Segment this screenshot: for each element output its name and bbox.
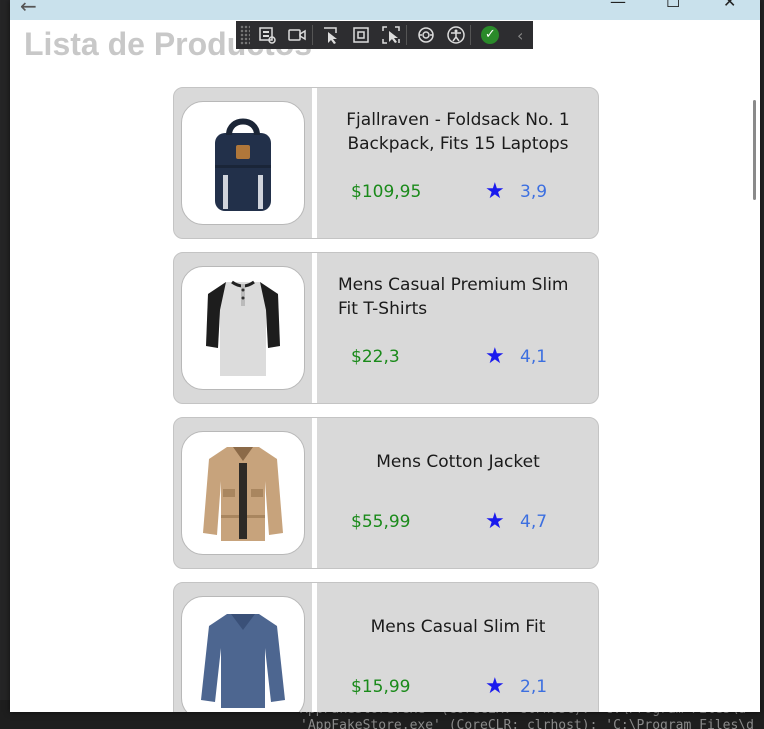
collapse-chevron-icon[interactable]: ‹ <box>507 23 533 47</box>
product-image <box>181 266 305 390</box>
card-divider <box>312 253 317 403</box>
product-rating: 4,1 <box>520 347 548 367</box>
select-element-icon[interactable] <box>319 23 345 47</box>
backpack-image <box>215 118 271 211</box>
product-name: Mens Cotton Jacket <box>376 452 540 472</box>
toolbar-grip[interactable] <box>240 25 250 45</box>
product-name: Fjallraven - Foldsack No. 1 Backpack, Fi… <box>346 110 570 154</box>
minimize-button[interactable]: — <box>610 0 626 11</box>
check-ok-icon[interactable]: ✓ <box>477 23 503 47</box>
maximize-button[interactable]: ☐ <box>666 0 680 11</box>
product-image <box>181 101 305 225</box>
accessibility-icon[interactable] <box>443 23 469 47</box>
product-price: $55,99 <box>351 512 411 532</box>
product-rating: 2,1 <box>520 677 548 697</box>
product-name: Mens Casual Premium Slim Fit T-Shirts <box>338 275 569 319</box>
star-icon: ★ <box>485 509 505 534</box>
ok-badge: ✓ <box>481 26 500 44</box>
product-price: $22,3 <box>351 347 400 367</box>
title-bar: ← — ☐ ✕ <box>10 0 760 20</box>
star-icon: ★ <box>485 344 505 369</box>
tshirt-image <box>206 280 280 376</box>
card-divider <box>312 88 317 238</box>
live-visual-tree-icon[interactable] <box>254 23 280 47</box>
output-line: 'AppFakeStore.exe' (CoreCLR: clrhost): '… <box>300 718 754 729</box>
toolbar-separator <box>470 25 472 45</box>
product-rating: 4,7 <box>520 512 548 532</box>
product-price: $15,99 <box>351 677 411 697</box>
product-name: Mens Casual Slim Fit <box>370 617 546 637</box>
product-card[interactable]: Fjallraven - Foldsack No. 1 Backpack, Fi… <box>173 87 599 239</box>
card-divider <box>312 418 317 568</box>
card-divider <box>312 583 317 712</box>
back-button[interactable]: ← <box>20 0 37 18</box>
product-card[interactable]: Mens Cotton Jacket $55,99 ★ 4,7 <box>173 417 599 569</box>
star-icon: ★ <box>485 179 505 204</box>
star-icon: ★ <box>485 674 505 699</box>
display-layout-adorners-icon[interactable] <box>348 23 374 47</box>
toolbar-separator <box>405 25 407 45</box>
product-card[interactable]: Mens Casual Premium Slim Fit T-Shirts $2… <box>173 252 599 404</box>
app-window: ← — ☐ ✕ Lista de Productos ✓ ‹ Fjallrave… <box>10 0 760 712</box>
close-button[interactable]: ✕ <box>723 0 736 11</box>
product-image <box>181 431 305 555</box>
product-rating: 3,9 <box>520 182 548 202</box>
xaml-debug-toolbar: ✓ ‹ <box>236 21 533 49</box>
toolbar-separator <box>311 25 313 45</box>
product-price: $109,95 <box>351 182 422 202</box>
jacket-image <box>203 447 283 541</box>
product-card[interactable]: Mens Casual Slim Fit $15,99 ★ 2,1 <box>173 582 599 712</box>
track-focus-icon[interactable] <box>378 23 404 47</box>
video-icon[interactable] <box>284 23 310 47</box>
product-image <box>181 596 305 712</box>
longsleeve-image <box>201 614 285 708</box>
vertical-scrollbar[interactable] <box>753 100 756 200</box>
binding-failures-icon[interactable] <box>413 23 439 47</box>
